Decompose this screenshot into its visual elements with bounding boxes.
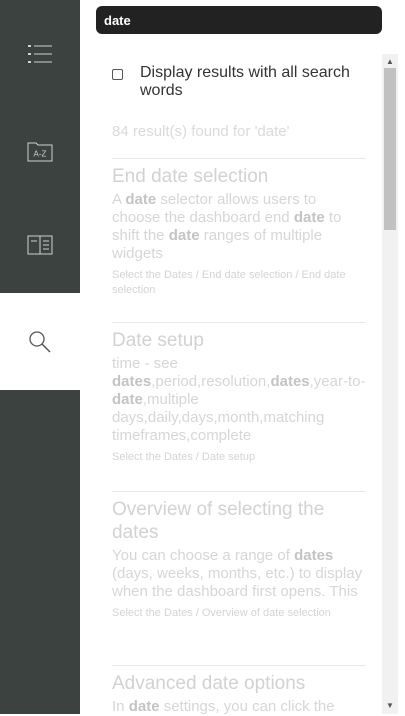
result-path: Select the Dates / Overview of date sele…	[112, 607, 331, 619]
result-title[interactable]: Advanced date options	[112, 672, 366, 695]
result-item[interactable]: Date setup time - see dates,period,resol…	[112, 322, 366, 465]
result-item[interactable]: End date selection A date selector allow…	[112, 158, 366, 298]
index-icon-label: A-Z	[34, 149, 47, 158]
search-term-highlight: dates	[112, 373, 152, 390]
search-term-highlight: dates	[270, 373, 310, 390]
search-icon	[29, 330, 51, 353]
sidebar-nav: A-Z	[0, 0, 80, 714]
scroll-down-arrow-icon[interactable]: ▼	[382, 698, 398, 712]
search-term-highlight: date	[168, 227, 200, 244]
scroll-up-arrow-icon[interactable]: ▲	[382, 54, 398, 68]
all-words-checkbox[interactable]	[112, 69, 123, 80]
search-term-highlight: date	[128, 698, 160, 715]
search-term-highlight: date	[293, 209, 325, 226]
search-box	[96, 6, 382, 34]
result-snippet: You can choose a range of dates (days, w…	[112, 547, 363, 600]
search-term-highlight: date	[112, 391, 143, 408]
result-snippet: In date settings, you can click the	[112, 698, 335, 715]
tab-index[interactable]: A-Z	[0, 102, 80, 199]
search-term-highlight: date	[125, 191, 157, 208]
result-count: 84 result(s) found for 'date'	[112, 123, 290, 140]
result-title[interactable]: Date setup	[112, 329, 366, 352]
tab-search[interactable]	[0, 293, 80, 390]
result-title[interactable]: End date selection	[112, 165, 366, 188]
result-item[interactable]: Advanced date options In date settings, …	[112, 665, 366, 716]
result-path: Select the Dates / End date selection / …	[112, 269, 346, 296]
glossary-book-icon	[27, 235, 53, 254]
tab-glossary[interactable]	[0, 196, 80, 293]
search-input[interactable]	[104, 12, 374, 28]
result-item[interactable]: Overview of selecting the dates You can …	[112, 491, 366, 621]
index-a-z-icon: A-Z	[27, 142, 53, 161]
scrollbar-thumb[interactable]	[384, 68, 396, 230]
all-words-label[interactable]: Display results with all search words	[140, 64, 370, 100]
result-snippet: time - see dates,period,resolution,dates…	[112, 355, 366, 444]
search-term-highlight: dates	[294, 547, 334, 564]
tab-contents[interactable]	[0, 5, 80, 102]
result-path: Select the Dates / Date setup	[112, 451, 256, 463]
table-of-contents-icon	[28, 44, 52, 63]
result-title[interactable]: Overview of selecting the dates	[112, 498, 366, 544]
result-snippet: A date selector allows users to choose t…	[112, 191, 342, 262]
